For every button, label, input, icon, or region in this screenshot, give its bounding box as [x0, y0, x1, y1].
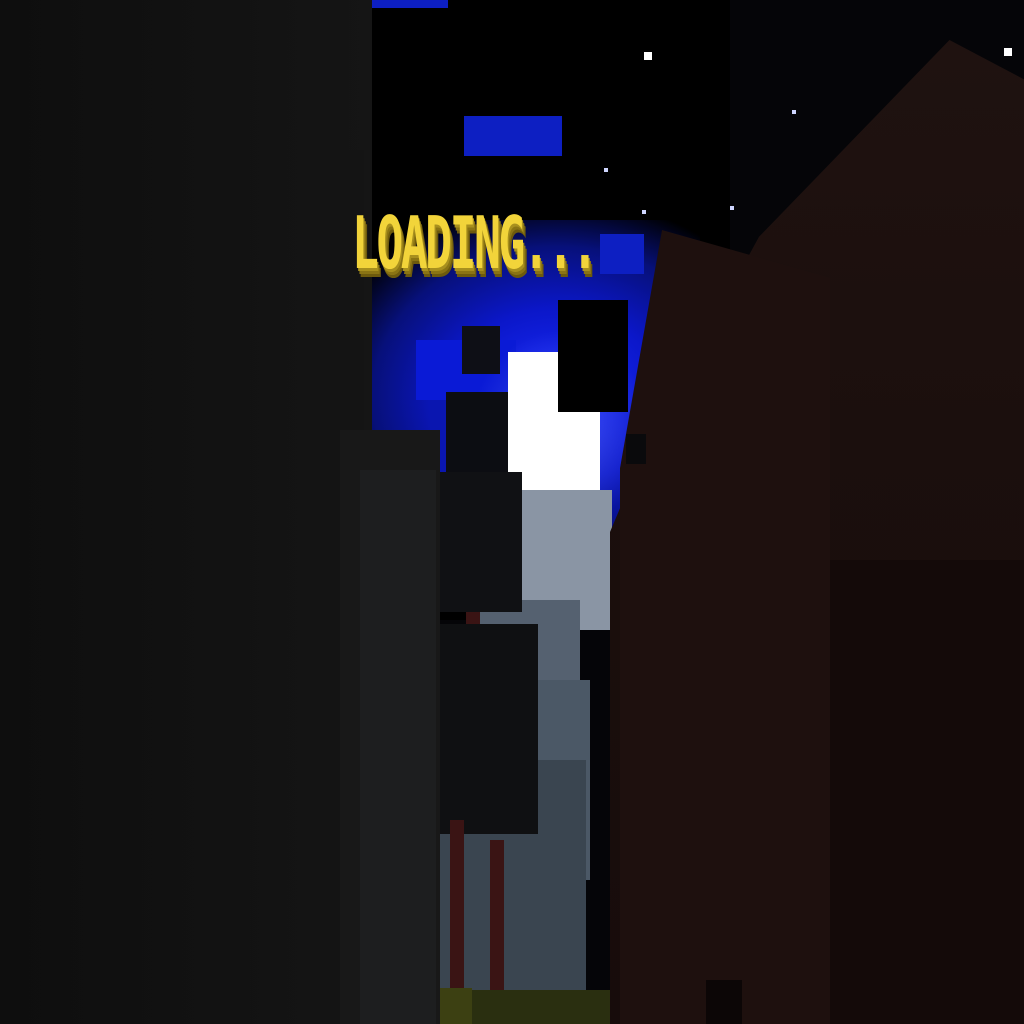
- cloud-block: [464, 116, 562, 156]
- left-wall-inner: [360, 470, 436, 1024]
- wall-mark: [706, 980, 742, 1024]
- tree-silhouette: [436, 472, 522, 612]
- game-viewport: LOADING...: [0, 0, 1024, 1024]
- tree-trunk: [490, 840, 504, 1000]
- star: [1004, 48, 1012, 56]
- tree-silhouette: [428, 624, 538, 834]
- cloud-block: [600, 234, 644, 274]
- loading-text: LOADING...: [352, 201, 598, 285]
- dark-block: [558, 300, 628, 412]
- cloud-block: [372, 0, 448, 8]
- tree-trunk: [450, 820, 464, 1000]
- left-wall: [0, 0, 372, 1024]
- star: [642, 210, 646, 214]
- star: [792, 110, 796, 114]
- star: [604, 168, 608, 172]
- right-wall-shadow: [830, 560, 1024, 1024]
- tree-silhouette: [446, 392, 508, 472]
- star: [644, 52, 652, 60]
- star: [730, 206, 734, 210]
- right-wall-face: [620, 230, 830, 1024]
- wall-slot: [626, 434, 646, 464]
- tree-silhouette: [462, 326, 500, 374]
